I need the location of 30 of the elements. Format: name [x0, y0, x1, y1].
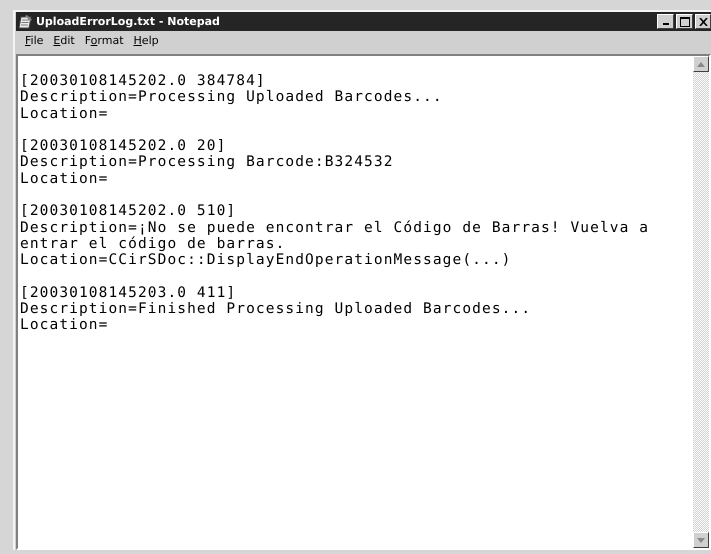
close-button[interactable]: [695, 14, 711, 29]
vertical-scrollbar[interactable]: [693, 56, 709, 548]
text-line: [20030108145202.0 20]: [20, 138, 228, 154]
menu-item[interactable]: Format: [80, 34, 129, 47]
window-title: UploadErrorLog.txt - Notepad: [36, 15, 221, 28]
text-line: Location=CCirSDoc::DisplayEndOperationMessage(...): [20, 252, 512, 269]
notepad-icon: [18, 14, 34, 30]
close-icon: [698, 18, 708, 26]
minimize-button[interactable]: [657, 14, 674, 29]
text-line: [20030108145202.0 384784]: [20, 73, 267, 90]
text-line: Description=Processing Uploaded Barcodes...: [20, 89, 444, 106]
down-arrow-icon: [697, 538, 705, 542]
text-line: Location=: [20, 106, 110, 122]
menu-item[interactable]: File: [20, 34, 48, 47]
scroll-down-button[interactable]: [693, 532, 709, 548]
text-line: Location=: [20, 317, 110, 334]
text-line: [20030108145202.0 510]: [20, 203, 238, 220]
maximize-icon: [680, 16, 690, 26]
text-line: Location=: [20, 170, 110, 188]
text-line: [20030108145203.0 411]: [20, 284, 238, 302]
minimize-icon: [662, 23, 668, 25]
scroll-up-button[interactable]: [693, 56, 709, 72]
text-line: Description=Processing Barcode:B324532: [20, 154, 395, 171]
up-arrow-icon: [697, 62, 705, 66]
menu-item[interactable]: Help: [128, 34, 164, 47]
text-line: entrar el código de barras.: [20, 236, 286, 252]
text-line: Description=¡No se puede encontrar el Código de Barras! Vuelva a: [20, 220, 650, 236]
maximize-button[interactable]: [676, 14, 693, 29]
text-line: Description=Finished Processing Uploaded Barcodes...: [20, 301, 532, 318]
menu-item[interactable]: Edit: [48, 34, 80, 47]
